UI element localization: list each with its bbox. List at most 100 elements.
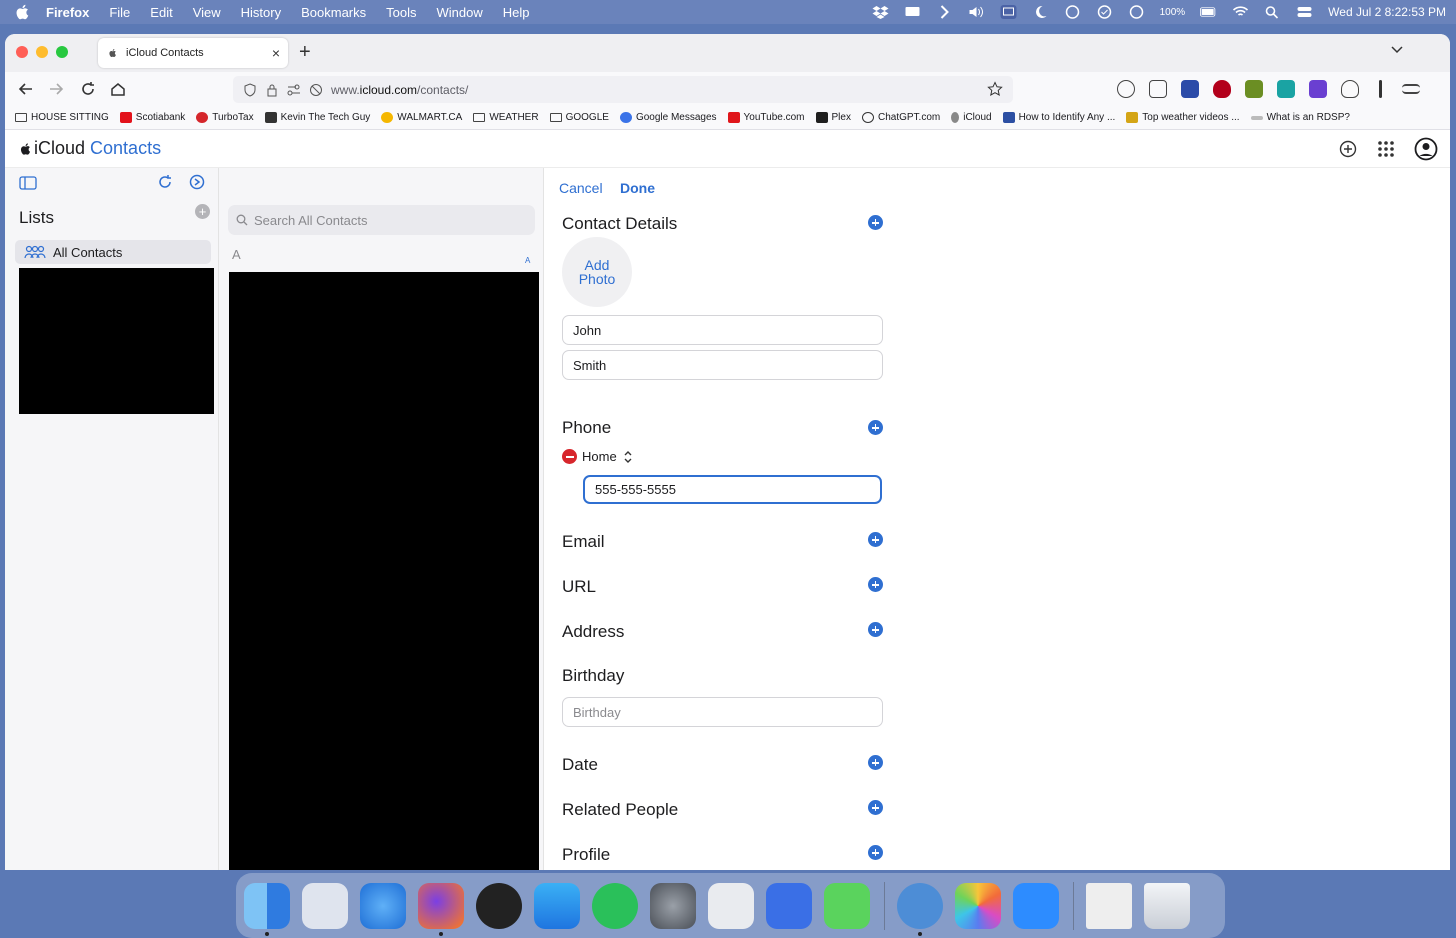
sidebar-item-all-contacts[interactable]: All Contacts xyxy=(15,240,211,264)
bookmark-chatgpt[interactable]: ChatGPT.com xyxy=(861,112,940,123)
bookmark-how-to-identify[interactable]: How to Identify Any ... xyxy=(1002,112,1115,123)
search-extension-icon[interactable] xyxy=(1309,80,1327,98)
messages-icon[interactable] xyxy=(824,882,870,929)
add-email-button[interactable] xyxy=(868,532,883,547)
app-grid-icon[interactable] xyxy=(1376,139,1396,159)
bookmark-plex[interactable]: Plex xyxy=(815,112,851,123)
close-tab-icon[interactable]: × xyxy=(272,45,280,61)
sidebar-toggle-icon[interactable] xyxy=(19,176,37,190)
add-phone-button[interactable] xyxy=(868,420,883,435)
bookmark-icloud[interactable]: iCloud xyxy=(951,112,992,123)
sync-icon[interactable] xyxy=(1064,5,1081,19)
extensions-puzzle-icon[interactable] xyxy=(1149,80,1167,98)
firefox-icon[interactable] xyxy=(418,882,464,936)
bookmark-top-weather-videos[interactable]: Top weather videos ... xyxy=(1126,112,1240,123)
account-avatar-icon[interactable] xyxy=(1414,137,1438,161)
menu-tools[interactable]: Tools xyxy=(386,5,416,20)
last-name-field[interactable]: Smith xyxy=(562,350,883,380)
menu-app-firefox[interactable]: Firefox xyxy=(46,5,89,20)
add-circle-icon[interactable] xyxy=(1338,139,1358,159)
zoom-icon[interactable] xyxy=(1013,882,1059,929)
dropbox-icon[interactable] xyxy=(872,5,889,19)
bookmark-folder-google[interactable]: GOOGLE xyxy=(549,112,609,123)
close-window-button[interactable] xyxy=(16,46,28,58)
spotlight-search-icon[interactable] xyxy=(1264,5,1281,19)
check-circle-icon[interactable] xyxy=(1096,5,1113,19)
menu-bookmarks[interactable]: Bookmarks xyxy=(301,5,366,20)
refresh-icon[interactable] xyxy=(157,174,173,190)
minimize-window-button[interactable] xyxy=(36,46,48,58)
chevron-down-icon[interactable] xyxy=(1390,42,1404,56)
tab-icloud-contacts[interactable]: iCloud Contacts × xyxy=(98,38,288,68)
wifi-icon[interactable] xyxy=(1232,5,1249,19)
alphabet-index-letter[interactable]: A xyxy=(525,256,530,265)
iphone-mirroring-icon[interactable] xyxy=(708,882,754,929)
bookmark-turbotax[interactable]: TurboTax xyxy=(196,112,254,123)
camo-extension-icon[interactable] xyxy=(1245,80,1263,98)
bookmark-folder-house-sitting[interactable]: HOUSE SITTING xyxy=(15,112,109,123)
shield-icon[interactable] xyxy=(243,82,257,97)
menu-window[interactable]: Window xyxy=(437,5,483,20)
phone-label-selector[interactable]: Home xyxy=(562,449,633,464)
lock-icon[interactable] xyxy=(265,83,279,97)
bookmark-star-icon[interactable] xyxy=(987,81,1003,97)
launchpad-icon[interactable] xyxy=(302,882,348,929)
app-store-icon[interactable] xyxy=(534,882,580,929)
back-arrow-icon[interactable] xyxy=(17,80,35,98)
add-list-button[interactable]: + xyxy=(195,204,210,219)
remove-phone-icon[interactable] xyxy=(562,449,577,464)
cancel-button[interactable]: Cancel xyxy=(559,180,603,196)
menu-help[interactable]: Help xyxy=(503,5,530,20)
bookmark-kevin-tech-guy[interactable]: Kevin The Tech Guy xyxy=(264,112,370,123)
system-settings-icon[interactable] xyxy=(650,882,696,929)
chevron-right-icon[interactable] xyxy=(936,5,953,19)
add-date-button[interactable] xyxy=(868,755,883,770)
cloud-extension-icon[interactable] xyxy=(1341,80,1359,98)
account-icon[interactable] xyxy=(1117,80,1135,98)
bookmark-what-is-rdsp[interactable]: What is an RDSP? xyxy=(1250,112,1350,123)
notification-extension-icon[interactable] xyxy=(1277,80,1295,98)
birthday-field[interactable]: Birthday xyxy=(562,697,883,727)
apple-menu-icon[interactable] xyxy=(14,3,32,21)
screen-mirroring-icon[interactable] xyxy=(1000,5,1017,19)
add-address-button[interactable] xyxy=(868,622,883,637)
forward-arrow-icon[interactable] xyxy=(47,80,65,98)
overflow-extension-icon[interactable] xyxy=(1379,80,1382,98)
menubar-clock[interactable]: Wed Jul 2 8:22:53 PM xyxy=(1328,5,1446,19)
control-center-icon[interactable] xyxy=(1296,5,1313,19)
bookmark-google-messages[interactable]: Google Messages xyxy=(619,112,717,123)
bookmark-folder-weather[interactable]: WEATHER xyxy=(473,112,539,123)
add-photo-button[interactable]: Add Photo xyxy=(562,237,632,307)
zoom-window-button[interactable] xyxy=(56,46,68,58)
menu-view[interactable]: View xyxy=(193,5,221,20)
bookmark-youtube[interactable]: YouTube.com xyxy=(727,112,805,123)
plex-app-icon[interactable] xyxy=(476,882,522,929)
search-input[interactable]: Search All Contacts xyxy=(228,205,535,235)
volume-icon[interactable] xyxy=(968,5,985,19)
photos-icon[interactable] xyxy=(955,882,1001,929)
add-related-person-button[interactable] xyxy=(868,800,883,815)
display-icon[interactable] xyxy=(904,5,921,19)
moon-icon[interactable] xyxy=(1032,5,1049,19)
url-bar[interactable]: www.icloud.com/contacts/ xyxy=(233,76,1013,103)
trash-icon[interactable] xyxy=(1144,882,1190,929)
bookmark-walmart[interactable]: WALMART.CA xyxy=(381,112,462,123)
whatsapp-icon[interactable] xyxy=(592,882,638,929)
documents-stack-icon[interactable] xyxy=(1086,882,1132,929)
phone-number-input[interactable]: 555-555-5555 xyxy=(583,475,882,504)
menu-hamburger-icon[interactable] xyxy=(1402,84,1420,94)
tracking-blocked-icon[interactable] xyxy=(309,83,323,97)
new-tab-button[interactable]: + xyxy=(299,41,311,64)
menu-history[interactable]: History xyxy=(241,5,281,20)
safari-icon[interactable] xyxy=(360,882,406,929)
ublock-icon[interactable] xyxy=(1213,80,1231,98)
help-icon[interactable] xyxy=(1128,5,1145,19)
add-url-button[interactable] xyxy=(868,577,883,592)
signal-icon[interactable] xyxy=(766,882,812,929)
bookmark-scotiabank[interactable]: Scotiabank xyxy=(119,112,185,123)
first-name-field[interactable]: John xyxy=(562,315,883,345)
add-contact-detail-button[interactable] xyxy=(868,215,883,230)
vpn-extension-icon[interactable] xyxy=(1181,80,1199,98)
permissions-icon[interactable] xyxy=(287,83,301,97)
battery-icon[interactable] xyxy=(1200,5,1217,19)
